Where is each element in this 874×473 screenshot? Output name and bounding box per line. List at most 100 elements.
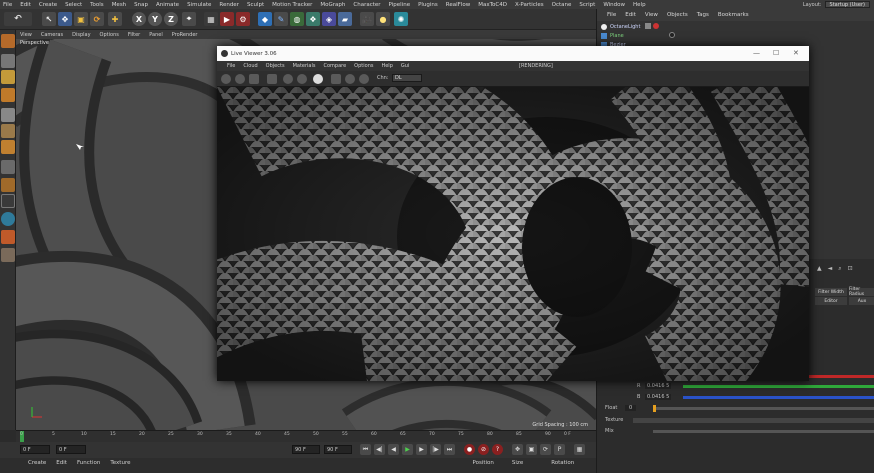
channel-select[interactable]: DL: [392, 74, 422, 82]
lock-icon[interactable]: ⊡: [848, 265, 853, 273]
arrow-up-icon[interactable]: ▲: [817, 265, 822, 273]
texture-slot[interactable]: [633, 418, 874, 423]
render-output[interactable]: [217, 87, 809, 381]
vp-menu-prorender[interactable]: ProRender: [172, 32, 198, 38]
menu-mesh[interactable]: Mesh: [112, 2, 126, 8]
vp-menu-display[interactable]: Display: [72, 32, 90, 38]
obj-menu-edit[interactable]: Edit: [625, 12, 636, 18]
tweak-icon[interactable]: [1, 178, 15, 192]
end-frame-field[interactable]: 90 F: [324, 445, 352, 454]
pick-material-icon[interactable]: [359, 74, 369, 84]
maximize-icon[interactable]: ☐: [773, 49, 779, 57]
render-settings-icon[interactable]: ⚙: [236, 12, 250, 26]
vp-menu-options[interactable]: Options: [100, 32, 119, 38]
obj-menu-objects[interactable]: Objects: [667, 12, 688, 18]
step-forward-icon[interactable]: ▶: [416, 444, 427, 455]
camera-icon[interactable]: 🎥: [360, 12, 374, 26]
menu-plugins[interactable]: Plugins: [418, 2, 438, 8]
object-row[interactable]: Plane: [601, 32, 624, 40]
tab-filter-radius[interactable]: Filter Radius: [849, 287, 874, 297]
cloner-icon[interactable]: ❖: [306, 12, 320, 26]
menu-pipeline[interactable]: Pipeline: [389, 2, 411, 8]
menu-snap[interactable]: Snap: [134, 2, 148, 8]
menu-octane[interactable]: Octane: [552, 2, 572, 8]
settings-gear-icon[interactable]: [283, 74, 293, 84]
obj-menu-file[interactable]: File: [607, 12, 616, 18]
attr-value-b[interactable]: 0.0416 5: [645, 394, 672, 400]
make-editable-icon[interactable]: [1, 34, 15, 48]
stop-render-icon[interactable]: [267, 74, 277, 84]
floor-icon[interactable]: ▰: [338, 12, 352, 26]
menu-mograph[interactable]: MoGraph: [320, 2, 345, 8]
coordinate-system-icon[interactable]: ⌖: [182, 12, 196, 26]
menu-animate[interactable]: Animate: [156, 2, 179, 8]
menu-render[interactable]: Render: [219, 2, 239, 8]
float-slider-handle[interactable]: [653, 405, 656, 412]
render-view-icon[interactable]: ▦: [204, 12, 218, 26]
menu-realflow[interactable]: RealFlow: [446, 2, 470, 8]
parameter-key-icon[interactable]: P: [554, 444, 565, 455]
vp-menu-view[interactable]: View: [20, 32, 32, 38]
record-icon[interactable]: ●: [464, 444, 475, 455]
menu-edit[interactable]: Edit: [20, 2, 31, 8]
float-slider[interactable]: [653, 407, 874, 410]
lv-menu-options[interactable]: Options: [354, 63, 373, 69]
object-tag-icon[interactable]: [645, 23, 651, 29]
menu-select[interactable]: Select: [65, 2, 82, 8]
texture-mode-icon[interactable]: [1, 70, 15, 84]
menu-script[interactable]: Script: [579, 2, 595, 8]
step-back-icon[interactable]: ◀: [388, 444, 399, 455]
rotate-icon[interactable]: ⟳: [90, 12, 104, 26]
live-selection-icon[interactable]: ↖: [42, 12, 56, 26]
lock-resolution-icon[interactable]: [297, 74, 307, 84]
enable-snap-icon[interactable]: [1, 212, 15, 226]
timeline-ruler[interactable]: 0 5 10 15 20 25 30 35 40 45 50 55 60 65 …: [16, 430, 596, 442]
live-viewer-titlebar[interactable]: Live Viewer 3.06 — ☐ ✕: [217, 46, 809, 61]
edges-mode-icon[interactable]: [1, 124, 15, 138]
scale-icon[interactable]: ▣: [74, 12, 88, 26]
tab-aux[interactable]: Aux: [849, 297, 874, 305]
position-key-icon[interactable]: ✥: [512, 444, 523, 455]
menu-tools[interactable]: Tools: [90, 2, 104, 8]
minimize-icon[interactable]: —: [753, 49, 760, 57]
pick-focus-icon[interactable]: [345, 74, 355, 84]
next-key-icon[interactable]: |▶: [430, 444, 441, 455]
mix-slider[interactable]: [653, 430, 874, 433]
menu-maxtoc4d[interactable]: MaxToC4D: [478, 2, 507, 8]
autokey-icon[interactable]: ⊘: [478, 444, 489, 455]
restart-render-icon[interactable]: [235, 74, 245, 84]
go-to-start-icon[interactable]: ⏮: [360, 444, 371, 455]
obj-menu-view[interactable]: View: [645, 12, 658, 18]
rotation-key-icon[interactable]: ⟳: [540, 444, 551, 455]
menu-window[interactable]: Window: [603, 2, 625, 8]
enable-axis-icon[interactable]: [1, 160, 15, 174]
recent-tool-icon[interactable]: ✚: [108, 12, 122, 26]
move-icon[interactable]: ✥: [58, 12, 72, 26]
pause-render-icon[interactable]: [249, 74, 259, 84]
subdivision-icon[interactable]: ◍: [290, 12, 304, 26]
vp-menu-panel[interactable]: Panel: [149, 32, 163, 38]
min-frame-field[interactable]: 0 F: [56, 445, 86, 454]
model-mode-icon[interactable]: [1, 54, 15, 68]
menu-create[interactable]: Create: [39, 2, 57, 8]
mat-menu-function[interactable]: Function: [77, 460, 100, 473]
green-channel-bar[interactable]: [683, 385, 874, 388]
send-scene-icon[interactable]: [221, 74, 231, 84]
menu-simulate[interactable]: Simulate: [187, 2, 211, 8]
keyframe-selection-icon[interactable]: ?: [492, 444, 503, 455]
timeline-layout-icon[interactable]: ▦: [574, 444, 585, 455]
region-render-icon[interactable]: [331, 74, 341, 84]
planar-workplane-icon[interactable]: [1, 248, 15, 262]
menu-character[interactable]: Character: [353, 2, 380, 8]
pen-spline-icon[interactable]: ✎: [274, 12, 288, 26]
max-frame-field[interactable]: 90 F: [292, 445, 320, 454]
layout-select[interactable]: Startup (User): [824, 1, 870, 8]
mat-menu-texture[interactable]: Texture: [110, 460, 130, 473]
locked-workplane-icon[interactable]: [1, 230, 15, 244]
snap-icon[interactable]: [1, 194, 15, 208]
tab-editor[interactable]: Editor: [815, 297, 847, 305]
lv-menu-materials[interactable]: Materials: [293, 63, 316, 69]
start-frame-field[interactable]: 0 F: [20, 445, 50, 454]
tab-filter-width[interactable]: Filter Width: [815, 288, 847, 296]
lv-menu-cloud[interactable]: Cloud: [243, 63, 257, 69]
